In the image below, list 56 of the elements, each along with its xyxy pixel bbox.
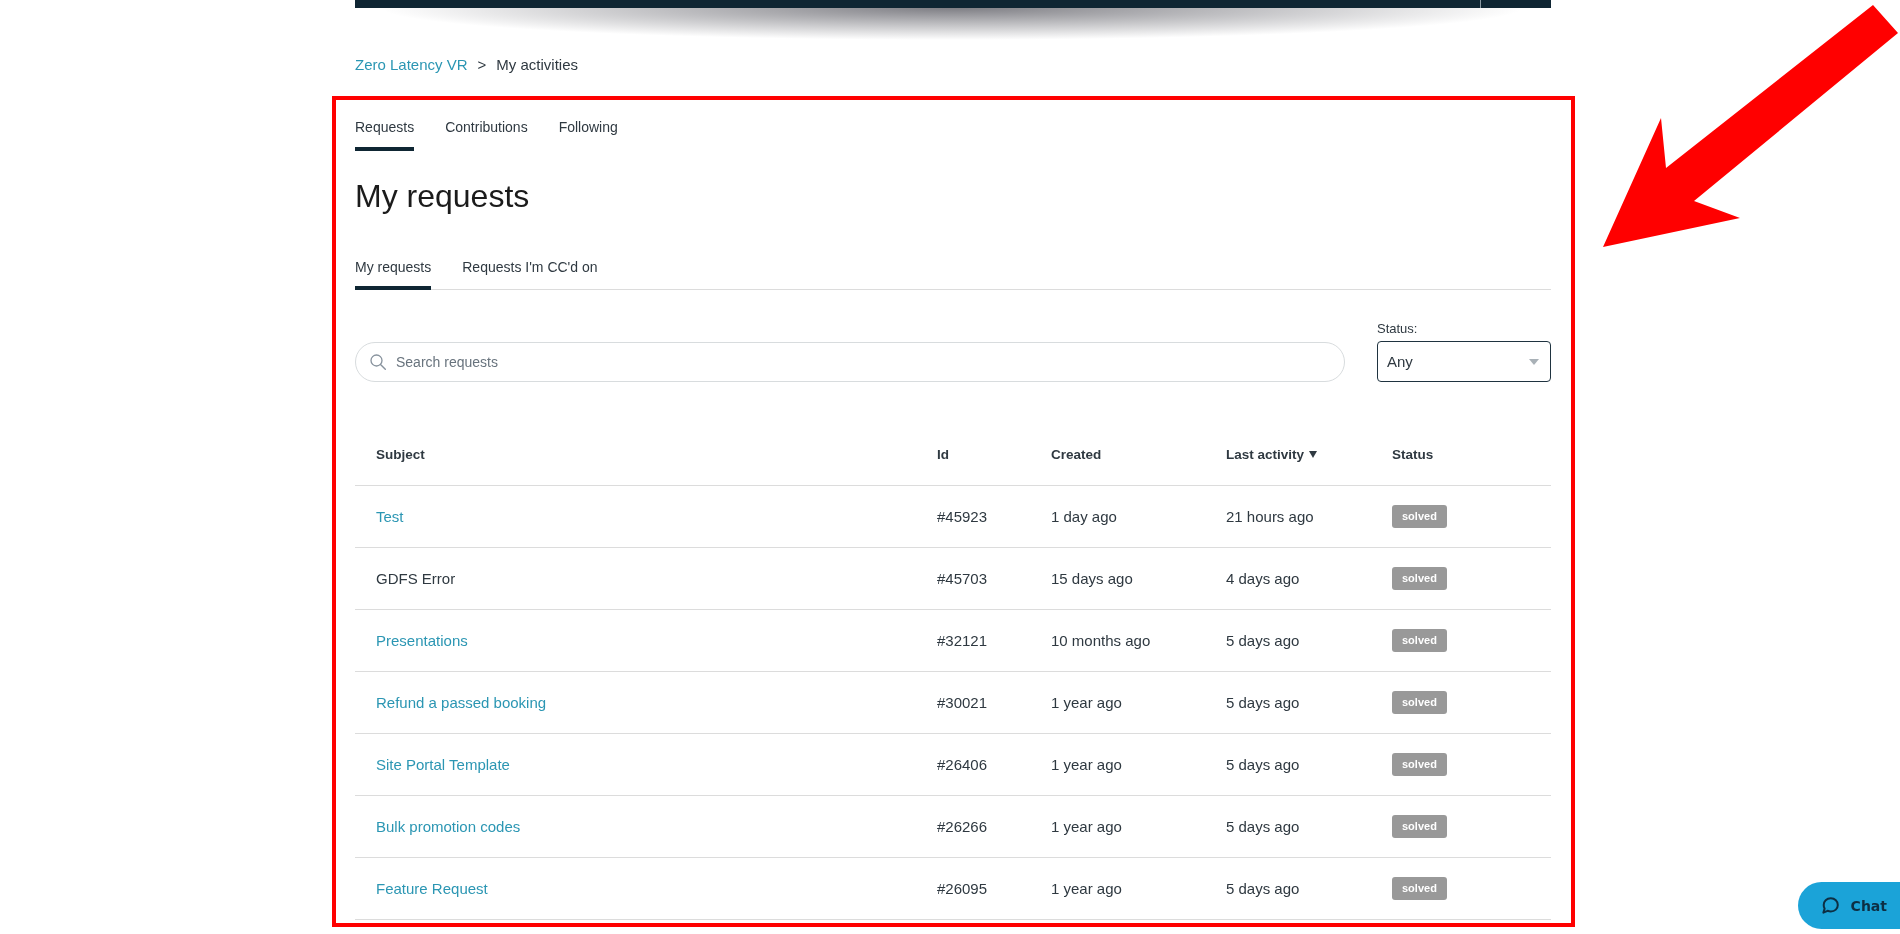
last-activity-date: 5 days ago <box>1226 880 1300 897</box>
status-badge: solved <box>1392 567 1447 590</box>
request-id: #45703 <box>937 570 988 587</box>
column-header: Status <box>1392 447 1434 462</box>
column-header: Id <box>937 447 949 462</box>
last-activity-date: 5 days ago <box>1226 818 1300 835</box>
column-header: Created <box>1051 447 1102 462</box>
request-tab[interactable]: My requests <box>355 246 432 290</box>
created-date: 15 days ago <box>1051 570 1133 587</box>
activity-tab[interactable]: Requests <box>355 100 415 151</box>
status-badge: solved <box>1392 629 1447 652</box>
breadcrumb-current: My activities <box>496 56 578 74</box>
request-link[interactable]: Presentations <box>376 632 468 649</box>
request-id: #26406 <box>937 756 988 773</box>
request-id: #26266 <box>937 818 988 835</box>
created-date: 1 year ago <box>1051 756 1122 773</box>
created-date: 1 year ago <box>1051 880 1122 897</box>
status-badge: solved <box>1392 691 1447 714</box>
request-id: #26095 <box>937 880 988 897</box>
status-badge: solved <box>1392 815 1447 838</box>
request-link[interactable]: Bulk promotion codes <box>376 818 521 835</box>
breadcrumb-separator: > <box>477 56 487 74</box>
last-activity-date: 4 days ago <box>1226 570 1300 587</box>
page-title: My requests <box>355 177 531 215</box>
request-link[interactable]: Test <box>376 508 404 525</box>
chat-button[interactable]: Chat <box>1797 882 1900 929</box>
last-activity-date: 5 days ago <box>1226 756 1300 773</box>
status-badge: solved <box>1392 505 1447 528</box>
search-field[interactable]: Search requests <box>355 342 1345 382</box>
request-link[interactable]: Feature Request <box>376 880 488 897</box>
status-select[interactable]: Any <box>1377 341 1551 382</box>
request-id: #32121 <box>937 632 988 649</box>
request-link[interactable]: Site Portal Template <box>376 756 510 773</box>
search-icon <box>370 354 386 370</box>
request-link[interactable]: GDFS Error <box>376 570 456 587</box>
last-activity-date: 5 days ago <box>1226 694 1300 711</box>
last-activity-date: 5 days ago <box>1226 632 1300 649</box>
created-date: 1 day ago <box>1051 508 1117 525</box>
caret-icon <box>1529 358 1539 365</box>
created-date: 1 year ago <box>1051 694 1122 711</box>
activity-tab[interactable]: Following <box>558 100 618 151</box>
status-badge: solved <box>1392 877 1447 900</box>
request-tab[interactable]: Requests I'm CC'd on <box>462 246 598 290</box>
activity-tab[interactable]: Contributions <box>445 100 528 151</box>
column-header: Last activity <box>1226 447 1305 462</box>
request-link[interactable]: Refund a passed booking <box>376 694 547 711</box>
last-activity-date: 21 hours ago <box>1226 508 1314 525</box>
breadcrumb-link[interactable]: Zero Latency VR <box>355 56 468 74</box>
status-label: Status: <box>1377 321 1419 337</box>
created-date: 10 months ago <box>1051 632 1151 649</box>
created-date: 1 year ago <box>1051 818 1122 835</box>
request-id: #30021 <box>937 694 988 711</box>
request-id: #45923 <box>937 508 988 525</box>
status-badge: solved <box>1392 753 1447 776</box>
speech-bubble-icon <box>1821 897 1839 914</box>
column-header: Subject <box>376 447 425 462</box>
